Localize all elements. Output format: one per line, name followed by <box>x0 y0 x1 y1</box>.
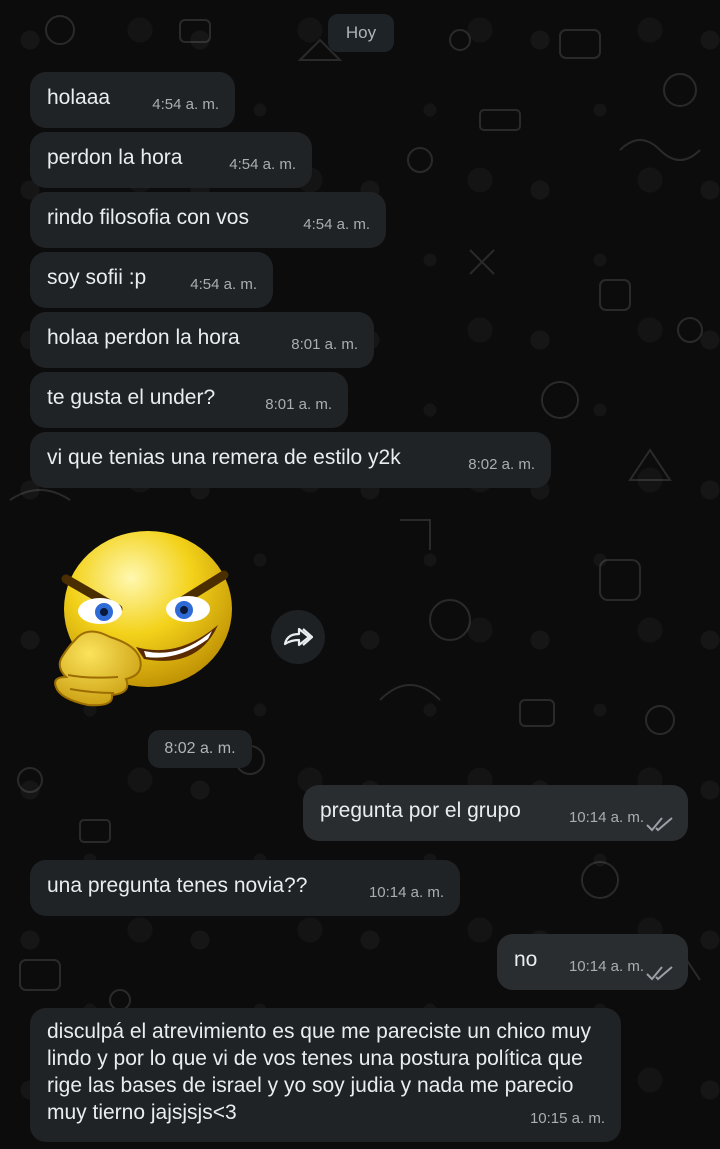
message-text: pregunta por el grupo <box>320 799 521 822</box>
message-bubble-incoming[interactable]: una pregunta tenes novia?? 10:14 a. m. <box>30 860 460 916</box>
double-check-icon <box>646 966 673 981</box>
message-bubble-incoming[interactable]: disculpá el atrevimiento es que me parec… <box>30 1008 621 1142</box>
message-time: 4:54 a. m. <box>152 96 219 113</box>
message-text: no <box>514 948 538 971</box>
message-bubble-incoming[interactable]: holaaa 4:54 a. m. <box>30 72 235 128</box>
message-time: 10:14 a. m. <box>368 884 444 901</box>
message-time: 8:01 a. m. <box>265 396 332 413</box>
message-bubble-incoming[interactable]: holaa perdon la hora 8:01 a. m. <box>30 312 374 368</box>
forward-icon <box>283 627 313 647</box>
message-bubble-incoming[interactable]: perdon la hora 4:54 a. m. <box>30 132 312 188</box>
message-text: rindo filosofia con vos <box>47 206 249 229</box>
sticker-time: 8:02 a. m. <box>148 730 252 768</box>
message-time: 10:14 a. m. <box>568 958 644 975</box>
date-divider: Hoy <box>328 14 394 52</box>
message-time: 4:54 a. m. <box>190 276 257 293</box>
message-text: perdon la hora <box>47 146 183 169</box>
message-text: una pregunta tenes novia?? <box>47 874 308 897</box>
message-bubble-incoming[interactable]: vi que tenias una remera de estilo y2k 8… <box>30 432 551 488</box>
message-text: holaaa <box>47 86 111 109</box>
evil-smirk-emoji-icon <box>54 531 232 707</box>
message-bubble-incoming[interactable]: soy sofii :p 4:54 a. m. <box>30 252 273 308</box>
message-time: 8:01 a. m. <box>291 336 358 353</box>
message-time: 8:02 a. m. <box>468 456 535 473</box>
message-bubble-incoming[interactable]: rindo filosofia con vos 4:54 a. m. <box>30 192 386 248</box>
forward-button[interactable] <box>271 610 325 664</box>
message-text: soy sofii :p <box>47 266 147 289</box>
message-time: 4:54 a. m. <box>303 216 370 233</box>
message-text: te gusta el under? <box>47 386 216 409</box>
message-bubble-incoming[interactable]: te gusta el under? 8:01 a. m. <box>30 372 348 428</box>
double-check-icon <box>646 817 673 832</box>
message-bubble-outgoing[interactable]: no 10:14 a. m. <box>497 934 688 990</box>
message-text: disculpá el atrevimiento es que me parec… <box>47 1020 591 1124</box>
message-time: 10:14 a. m. <box>568 809 644 826</box>
emoji-sticker[interactable] <box>48 527 238 709</box>
message-text: vi que tenias una remera de estilo y2k <box>47 446 401 469</box>
message-time: 10:15 a. m. <box>529 1110 605 1127</box>
message-time: 4:54 a. m. <box>229 156 296 173</box>
message-bubble-outgoing[interactable]: pregunta por el grupo 10:14 a. m. <box>303 785 688 841</box>
message-text: holaa perdon la hora <box>47 326 240 349</box>
